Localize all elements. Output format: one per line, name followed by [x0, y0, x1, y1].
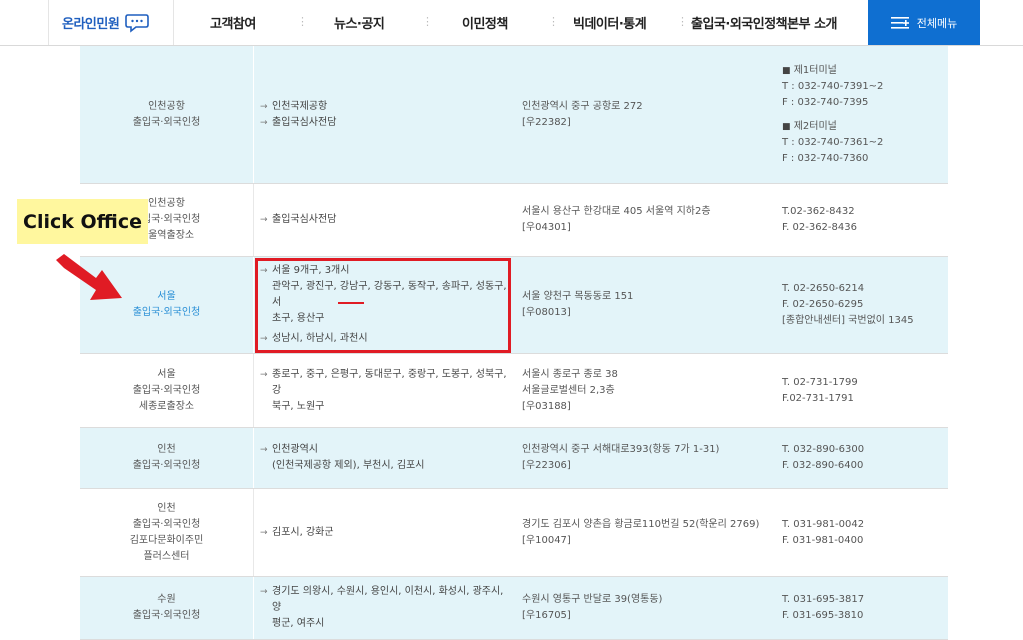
address: 인천광역시 중구 공항로 272 [우22382]	[522, 100, 643, 128]
square-bullet-icon: ■	[782, 65, 791, 76]
highlight-box	[255, 258, 511, 353]
contact: T. 031-695-3817 F. 031-695-3810	[782, 594, 865, 621]
arrow-icon: →	[260, 101, 268, 112]
table-row: 인천 출입국·외국인청 김포다문화이주민 플러스센터 → 김포시, 강화군 경기도 김포…	[80, 489, 948, 577]
address: 서울시 용산구 한강대로 405 서울역 지하2층 [우04301]	[522, 206, 711, 233]
address: 수원시 영통구 반달로 39(영통동) [우16705]	[522, 594, 663, 621]
table-row: 인천공항 출입국·외국인청 → 인천국제공항 → 출입국심사전담 인천광역시 중구 공…	[80, 46, 948, 184]
jurisdiction: → 출입국심사전담	[260, 184, 510, 256]
gangnam-underline	[338, 302, 364, 304]
square-bullet-icon: ■	[782, 121, 791, 132]
table-row: 인천 출입국·외국인청 → 인천광역시 (인천국제공항 제외), 부천시, 김포시 …	[80, 428, 948, 489]
address: 서울시 종로구 종로 38 서울글로벌센터 2,3층 [우03188]	[522, 368, 618, 412]
office-name[interactable]: 수원 출입국·외국인청	[80, 577, 254, 639]
brand-label: 온라인민원	[62, 17, 120, 32]
top-header: 온라인민원 고객참여 ⋮ 뉴스·공지 ⋮ 이민정책 ⋮ 빅데이터·통계 ⋮ 출입…	[0, 0, 1023, 46]
all-menu-button[interactable]: 전체메뉴	[868, 0, 980, 45]
contact: T.02-362-8432 F. 02-362-8436	[782, 206, 857, 233]
table-row-seoul: 서울 출입국·외국인청 → 서울 9개구, 3개시 관악구, 광진구, 강남구, 강…	[80, 257, 948, 354]
hamburger-menu-icon	[890, 16, 909, 29]
nav-bigdata[interactable]: 빅데이터·통계	[573, 0, 647, 45]
contact: T. 02-731-1799 F.02-731-1791	[782, 376, 858, 404]
arrow-icon: →	[260, 445, 268, 455]
chat-bubble-icon	[125, 13, 150, 33]
table-row: 인천공항 출입국·외국인청 서울역출장소 → 출입국심사전담 서울시 용산구 한강대로…	[80, 184, 948, 257]
nav-separator: ⋮	[548, 15, 559, 28]
click-office-callout: Click Office	[17, 199, 148, 244]
jurisdiction: → 인천광역시 (인천국제공항 제외), 부천시, 김포시	[260, 444, 425, 471]
address: 경기도 김포시 양촌읍 황금로110번길 52(학운리 2769) [우10047…	[522, 518, 760, 546]
nav-news[interactable]: 뉴스·공지	[334, 0, 385, 45]
table-row: 수원 출입국·외국인청 → 경기도 의왕시, 수원시, 용인시, 이천시, 화성시,…	[80, 577, 948, 640]
arrow-icon: →	[260, 117, 268, 128]
office-name[interactable]: 인천 출입국·외국인청 김포다문화이주민 플러스센터	[80, 489, 254, 576]
arrow-icon: →	[260, 215, 268, 225]
nav-policy[interactable]: 이민정책	[462, 0, 508, 45]
office-name[interactable]: 인천 출입국·외국인청	[80, 428, 254, 488]
table-row: 서울 출입국·외국인청 세종로출장소 → 종로구, 중구, 은평구, 동대문구, 중랑…	[80, 354, 948, 428]
jurisdiction: → 종로구, 중구, 은평구, 동대문구, 중랑구, 도봉구, 성북구, 강 북구…	[260, 368, 507, 412]
contact: T. 032-890-6300 F. 032-890-6400	[782, 444, 865, 471]
arrow-icon: →	[260, 369, 268, 380]
header-divider	[48, 0, 49, 45]
nav-about[interactable]: 출입국·외국인정책본부 소개	[691, 0, 838, 45]
office-name[interactable]: 서울 출입국·외국인청 세종로출장소	[80, 354, 254, 427]
address: 서울 양천구 목동동로 151 [우08013]	[522, 291, 634, 318]
arrow-icon: →	[260, 527, 268, 538]
contact: ■ 제1터미널 T : 032-740-7391~2 F : 032-740-73…	[782, 64, 884, 164]
jurisdiction: → 경기도 의왕시, 수원시, 용인시, 이천시, 화성시, 광주시, 양 평군,…	[260, 586, 504, 629]
arrow-icon: →	[260, 587, 268, 597]
nav-separator: ⋮	[677, 15, 688, 28]
jurisdiction: → 김포시, 강화군	[260, 489, 510, 576]
office-name[interactable]: 인천공항 출입국·외국인청	[80, 46, 254, 183]
contact: T. 02-2650-6214 F. 02-2650-6295 [종합안내센터] 국…	[782, 283, 914, 326]
contact: T. 031-981-0042 F. 031-981-0400	[782, 518, 865, 546]
online-petition-link[interactable]: 온라인민원	[62, 0, 174, 45]
address: 인천광역시 중구 서해대로393(항동 7가 1-31) [우22306]	[522, 444, 720, 471]
nav-customer[interactable]: 고객참여	[210, 0, 256, 45]
red-pointer-arrow-icon	[56, 254, 122, 300]
nav-separator: ⋮	[422, 15, 433, 28]
all-menu-label: 전체메뉴	[916, 16, 958, 30]
nav-separator: ⋮	[297, 15, 308, 28]
jurisdiction: → 인천국제공항 → 출입국심사전담	[260, 46, 510, 183]
